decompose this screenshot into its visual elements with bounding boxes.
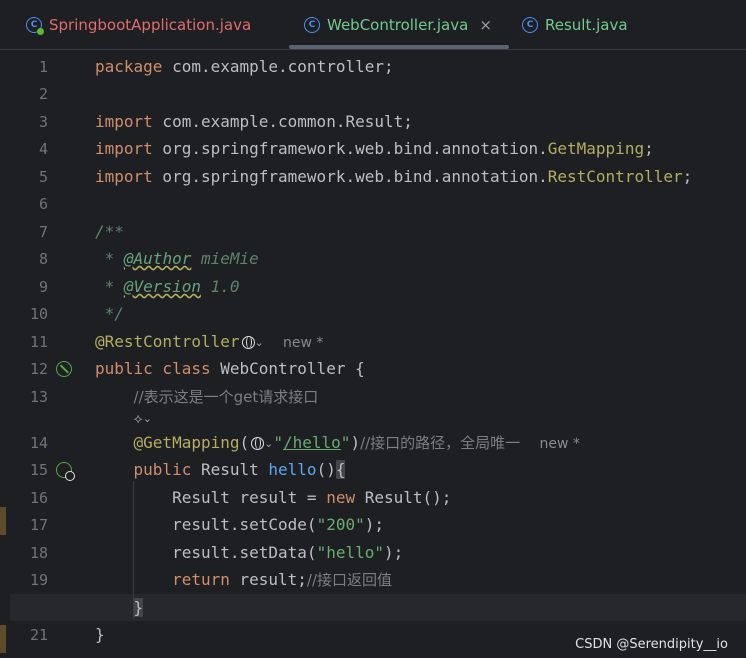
spring-class-icon: C — [26, 17, 44, 35]
code-line-1: package com.example.controller; — [95, 57, 394, 76]
watermark: CSDN @Serendipity__io — [575, 637, 728, 652]
ai-assist-line: ⟡⌄ — [95, 408, 152, 429]
active-tab-indicator — [289, 45, 509, 49]
tab-springboot-application[interactable]: C SpringbootApplication.java — [26, 0, 251, 50]
code-line-18: result.setData("hello"); — [172, 543, 404, 562]
line-number-gutter[interactable]: 1 2 3 4 5 6 7 8 9 10 11 12 13 14 15 16 1… — [0, 51, 88, 658]
code-line-21: } — [95, 625, 105, 644]
editor-tab-bar: C SpringbootApplication.java C WebContro… — [0, 0, 746, 50]
line-number: 15 — [29, 461, 48, 479]
code-line-12: public class WebController { — [95, 359, 365, 378]
tab-label: WebController.java — [327, 16, 469, 34]
web-endpoint-gutter-icon[interactable] — [56, 462, 75, 481]
code-line-20: } — [133, 598, 144, 617]
code-line-9: * @Version 1.0 — [95, 277, 240, 296]
code-editor[interactable]: package com.example.controller; import c… — [95, 51, 746, 658]
code-line-16: Result result = new Result(); — [172, 488, 452, 507]
line-number: 16 — [29, 489, 48, 507]
line-number: 5 — [38, 168, 48, 186]
tab-label: Result.java — [545, 16, 628, 34]
url-path-link[interactable]: /hello — [283, 433, 341, 452]
code-line-3: import com.example.common.Result; — [95, 112, 413, 131]
line-number: 11 — [29, 333, 48, 351]
code-line-19: return result;//接口返回值 — [172, 570, 393, 589]
close-icon[interactable]: × — [479, 16, 492, 34]
code-line-17: result.setCode("200"); — [172, 515, 384, 534]
line-number: 13 — [29, 388, 48, 406]
line-number: 19 — [29, 571, 48, 589]
ai-assistant-icon[interactable]: ⟡ — [134, 411, 143, 427]
code-line-7: /** — [95, 222, 124, 241]
line-number: 8 — [38, 250, 48, 268]
line-number: 10 — [29, 305, 48, 323]
code-line-14: @GetMapping(⌄"/hello")//接口的路径，全局唯一 new * — [133, 433, 580, 452]
line-number: 3 — [38, 113, 48, 131]
line-number: 9 — [38, 278, 48, 296]
class-icon: C — [304, 17, 320, 33]
code-line-10: */ — [95, 304, 124, 323]
spring-bean-gutter-icon[interactable] — [56, 361, 72, 377]
line-number: 17 — [29, 516, 48, 534]
line-number: 12 — [29, 360, 48, 378]
web-globe-icon[interactable] — [251, 437, 265, 450]
code-line-15: public Result hello(){ — [133, 460, 346, 479]
code-line-8: * @Author mieMie — [95, 249, 259, 268]
chevron-down-icon[interactable]: ⌄ — [264, 437, 273, 450]
code-line-4: import org.springframework.web.bind.anno… — [95, 139, 654, 158]
author-inlay-hint[interactable]: new * — [283, 335, 323, 351]
author-inlay-hint[interactable]: new * — [539, 436, 579, 452]
line-number: 14 — [29, 434, 48, 452]
line-number: 4 — [38, 140, 48, 158]
line-number: 21 — [29, 626, 48, 644]
line-number: 7 — [38, 223, 48, 241]
code-line-5: import org.springframework.web.bind.anno… — [95, 167, 693, 186]
tab-label: SpringbootApplication.java — [49, 16, 252, 34]
code-line-11: @RestController ⌄ new * — [95, 332, 324, 351]
chevron-down-icon[interactable]: ⌄ — [255, 336, 264, 349]
chevron-down-icon[interactable]: ⌄ — [143, 412, 152, 425]
line-number: 2 — [38, 85, 48, 103]
line-number: 18 — [29, 544, 48, 562]
tab-web-controller[interactable]: C WebController.java × — [304, 0, 492, 50]
web-globe-icon[interactable] — [241, 336, 255, 349]
line-number: 6 — [38, 195, 48, 213]
class-icon: C — [522, 17, 538, 33]
code-line-13: //表示这是一个get请求接口 — [133, 388, 319, 406]
line-number: 1 — [38, 58, 48, 76]
tab-result[interactable]: C Result.java — [522, 0, 628, 50]
